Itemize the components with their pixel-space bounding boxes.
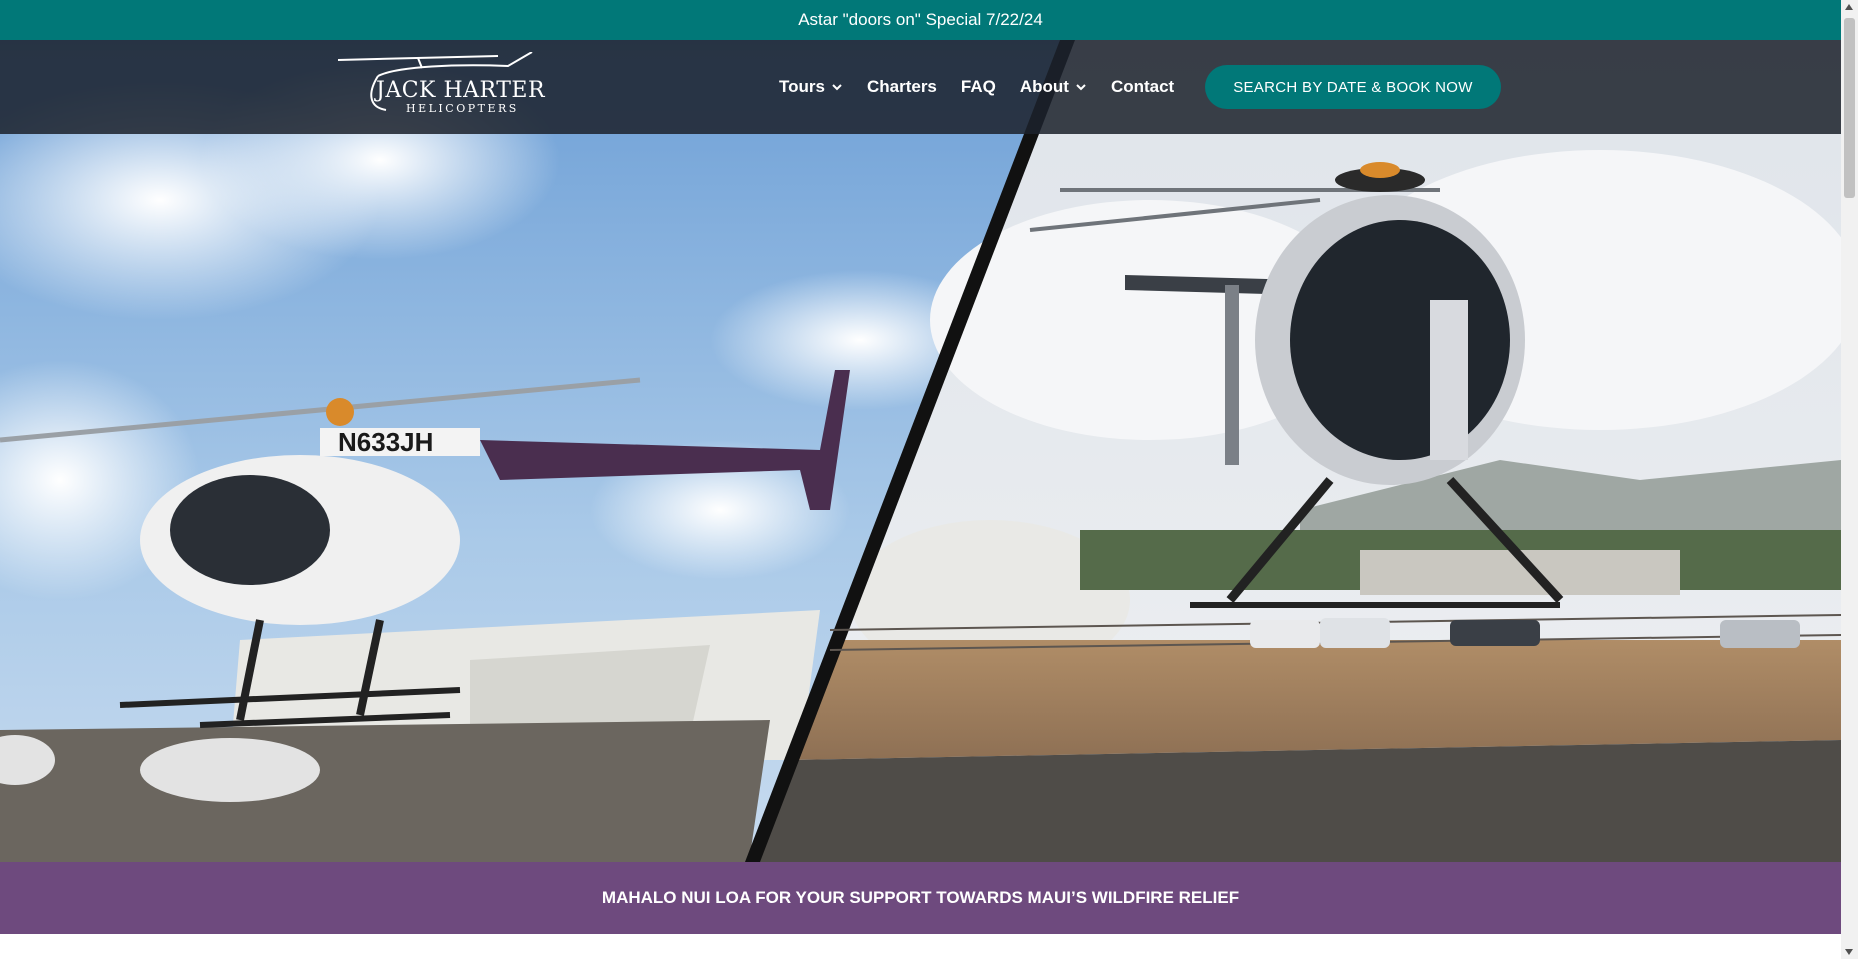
nav-charters[interactable]: Charters [867,77,937,97]
hero-photo: N633JH [0,40,1841,862]
main-nav: Tours Charters FAQ About Contact [779,40,1198,134]
wildfire-relief-banner[interactable]: MAHALO NUI LOA FOR YOUR SUPPORT TOWARDS … [0,862,1841,934]
scroll-down-arrow-icon[interactable] [1845,949,1853,955]
announcement-text[interactable]: Astar "doors on" Special 7/22/24 [798,10,1043,30]
nav-contact-label: Contact [1110,77,1175,96]
tail-number: N633JH [338,427,433,457]
banner-text: MAHALO NUI LOA FOR YOUR SUPPORT TOWARDS … [601,888,1240,907]
book-now-button[interactable]: SEARCH BY DATE & BOOK NOW [1205,65,1501,109]
chevron-down-icon [1076,84,1086,91]
nav-about-label: About [1019,77,1069,96]
nav-tours[interactable]: Tours [779,77,843,97]
book-now-label: SEARCH BY DATE & BOOK NOW [1233,78,1473,96]
logo[interactable]: JACK HARTER HELICOPTERS [338,52,545,124]
nav-charters-label: Charters [866,77,937,96]
scrollbar-thumb[interactable] [1844,18,1855,198]
announcement-bar[interactable]: Astar "doors on" Special 7/22/24 [0,0,1841,40]
page: Astar "doors on" Special 7/22/24 N633JH … [0,0,1841,959]
nav-about[interactable]: About [1020,77,1087,97]
nav-contact[interactable]: Contact [1111,77,1174,97]
site-header: JACK HARTER HELICOPTERS Tours Charters F… [0,40,1841,134]
nav-faq-label: FAQ [960,77,996,96]
hero-image: N633JH [0,40,1841,862]
vertical-scrollbar[interactable] [1841,0,1858,959]
nav-faq[interactable]: FAQ [961,77,996,97]
logo-name: JACK HARTER [376,78,546,103]
scroll-up-arrow-icon[interactable] [1845,4,1853,10]
chevron-down-icon [832,84,842,91]
nav-tours-label: Tours [779,77,825,96]
logo-subtitle: HELICOPTERS [406,102,519,115]
